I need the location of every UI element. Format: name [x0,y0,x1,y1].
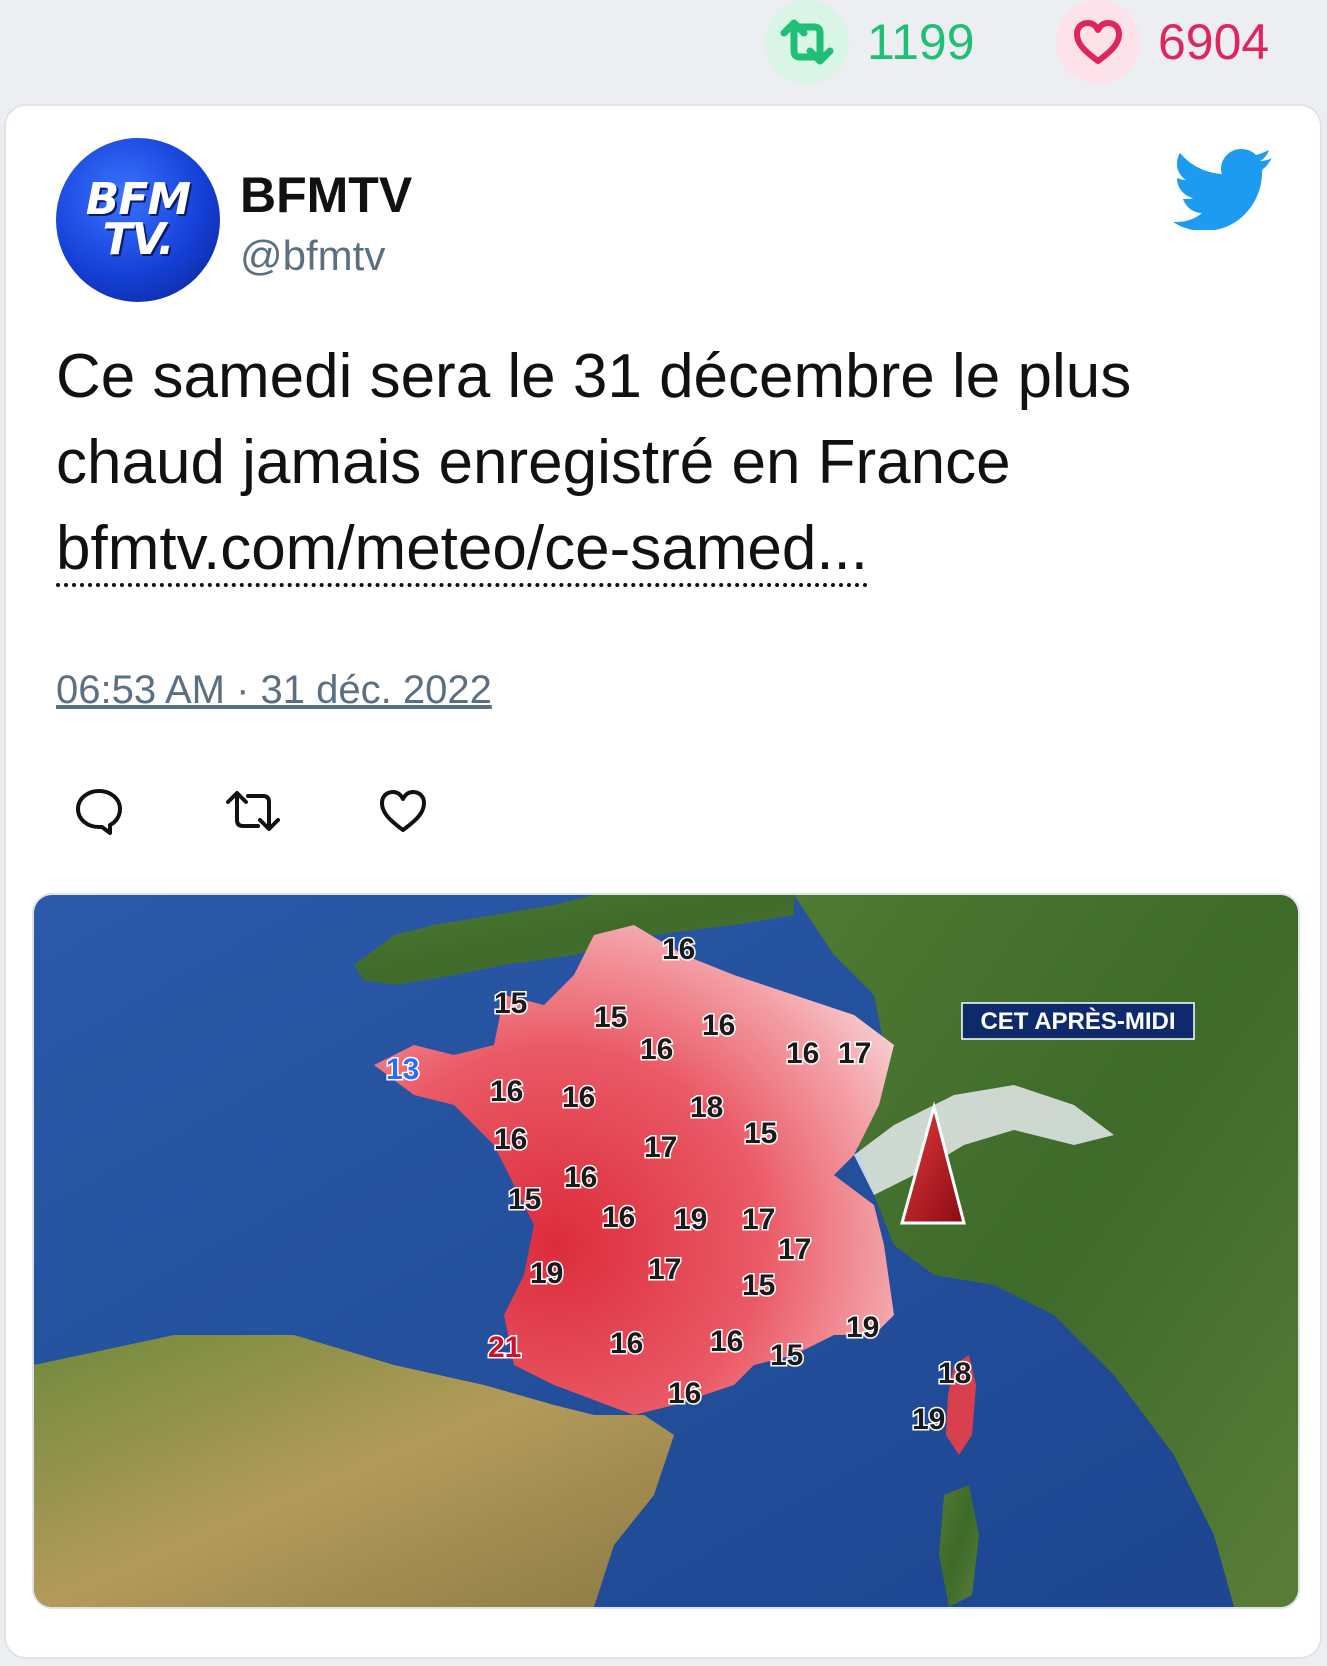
temperature-label: 16 [710,1325,743,1358]
avatar-logo-bottom: TV. [102,214,175,265]
like-count: 6904 [1158,14,1270,70]
temperature-label: 17 [742,1203,775,1236]
reply-icon[interactable] [74,786,124,836]
temperature-label: 16 [662,933,695,966]
temperature-label: 17 [648,1253,681,1286]
temperature-label: 18 [938,1357,971,1390]
temperature-label: 16 [668,1377,701,1410]
tweet-link[interactable]: bfmtv.com/meteo/ce-samed... [56,514,868,587]
temperature-label: 15 [508,1183,541,1216]
temperature-label: 16 [640,1033,673,1066]
like-stat-bubble [1056,0,1140,84]
temperature-label: 15 [742,1269,775,1302]
author-name[interactable]: BFMTV [240,166,412,224]
retweet-count-stat[interactable]: 1199 [765,0,975,84]
temperature-label: 15 [594,1001,627,1034]
temperature-label: 16 [610,1327,643,1360]
temperature-label: 17 [778,1233,811,1266]
tweet-link-line: bfmtv.com/meteo/ce-samed... [56,506,1276,592]
temperature-label: 15 [744,1117,777,1150]
tweet-stats-bar: 1199 6904 [0,0,1327,100]
retweet-icon [780,19,834,65]
temperature-label: 16 [490,1075,523,1108]
temperature-label: 16 [562,1081,595,1114]
weather-map-image: CET APRÈS-MIDI 1615 15 1616 16 171316 16 1816 1… [34,895,1298,1607]
temperature-label: 19 [912,1403,945,1436]
temperature-label: 15 [494,987,527,1020]
avatar[interactable]: BFM TV. [56,138,220,302]
heart-icon [1074,20,1122,64]
temperature-label: 17 [644,1131,677,1164]
temperature-label: 15 [770,1339,803,1372]
twitter-bird-icon[interactable] [1174,148,1274,230]
temperature-label: 16 [702,1009,735,1042]
tweet-media-weather-map[interactable]: CET APRÈS-MIDI 16 15 15 16 16 16 17 13 16 16 18 16 1… [32,893,1300,1609]
retweet-action-icon[interactable] [222,786,284,836]
temperature-label: 21 [488,1331,521,1364]
temperature-label: 16 [494,1123,527,1156]
temperature-label: 19 [674,1203,707,1236]
temperature-label: 13 [386,1053,419,1086]
temperature-label: 16 [602,1201,635,1234]
tweet-timestamp[interactable]: 06:53 AM · 31 déc. 2022 [56,668,492,713]
author-handle[interactable]: @bfmtv [240,232,385,280]
temperature-label: 18 [690,1091,723,1124]
like-count-stat[interactable]: 6904 [1056,0,1269,84]
temperature-label: 19 [846,1311,879,1344]
temperature-label: 16 [564,1161,597,1194]
like-action-icon[interactable] [378,786,428,836]
retweet-stat-bubble [765,0,849,84]
temperature-label: 16 [786,1037,819,1070]
retweet-count: 1199 [867,14,975,70]
temperature-label: 17 [838,1037,871,1070]
temperature-label: 19 [530,1257,563,1290]
tweet-body: Ce samedi sera le 31 décembre le plus ch… [56,334,1276,592]
tweet-text-line-1: Ce samedi sera le 31 décembre le plus [56,342,1132,411]
tweet-text-line-2: chaud jamais enregistré en France [56,428,1011,497]
map-banner-text: CET APRÈS-MIDI [980,1007,1175,1035]
tweet-card: BFM TV. BFMTV @bfmtv Ce samedi sera le 3… [4,104,1322,1659]
